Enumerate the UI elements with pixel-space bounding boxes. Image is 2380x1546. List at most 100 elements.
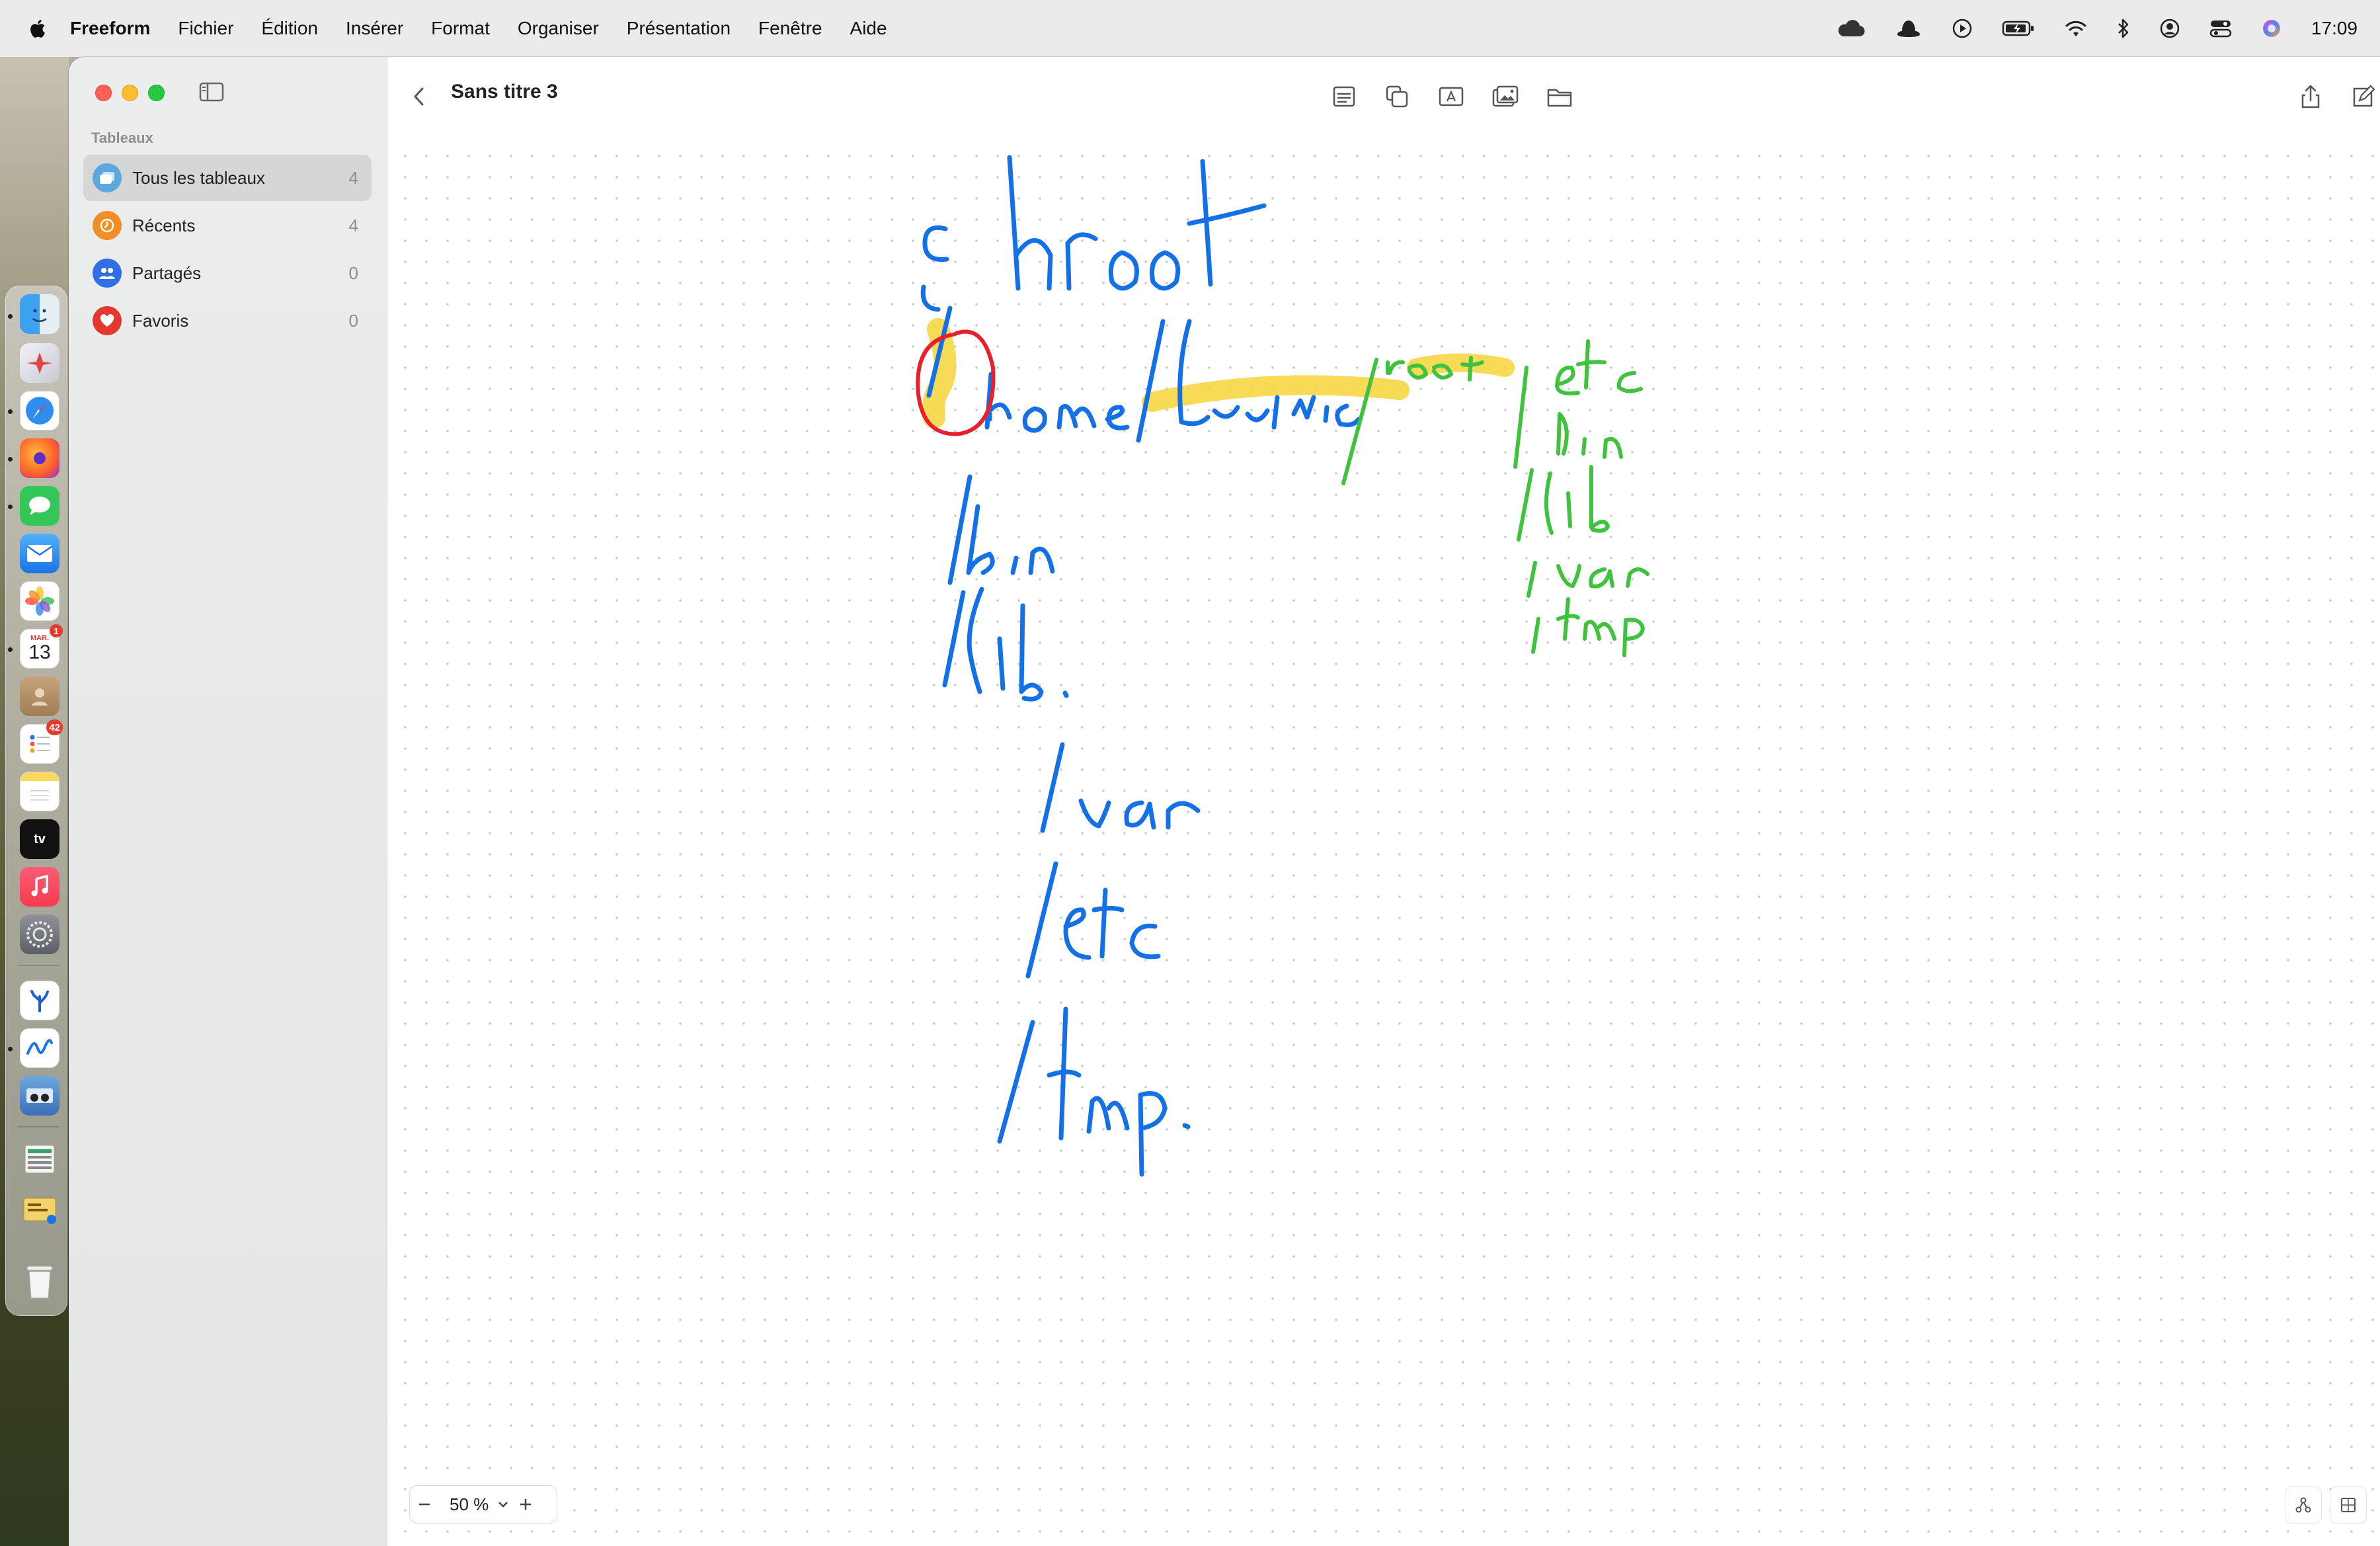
slash-var-green (1527, 561, 1537, 598)
contacts-icon[interactable] (20, 676, 60, 716)
var-a (1124, 800, 1156, 830)
bin-n (1028, 546, 1055, 575)
zoom-window-button[interactable] (148, 85, 165, 101)
bin-green (1556, 412, 1623, 459)
home-m (1056, 403, 1097, 430)
firefox-icon[interactable] (20, 438, 60, 478)
cloud-icon[interactable] (1837, 19, 1866, 38)
downloads-stack-icon[interactable] (20, 1190, 60, 1229)
photos-icon[interactable] (20, 581, 60, 621)
sidebar-item-count: 0 (348, 263, 358, 283)
var-r (1166, 801, 1201, 830)
etc-t (1091, 887, 1125, 959)
sidebar-section-label: Tableaux (91, 130, 153, 146)
apple-logo-icon[interactable] (26, 17, 46, 40)
clock-icon (93, 211, 122, 240)
menu-fichier[interactable]: Fichier (178, 18, 233, 39)
sidebar-item-label: Favoris (132, 310, 189, 331)
mail-icon[interactable] (20, 534, 60, 573)
reminders-icon[interactable]: 42 (20, 719, 63, 764)
safari-icon[interactable] (20, 391, 60, 430)
menu-aide[interactable]: Aide (850, 18, 887, 39)
menu-fenetre[interactable]: Fenêtre (758, 18, 822, 39)
connection-icon (2295, 1497, 2311, 1513)
messages-icon[interactable] (20, 486, 60, 526)
sidebar-item-label: Récents (132, 215, 196, 235)
menu-presentation[interactable]: Présentation (627, 18, 731, 39)
var-v (1078, 798, 1111, 829)
slash-bin (947, 474, 972, 585)
ludovic-rest (1212, 395, 1361, 430)
chroot-c2 (920, 284, 941, 312)
zoom-control: 50 % (409, 1485, 557, 1524)
slash-var (1040, 742, 1065, 833)
clock[interactable]: 17:09 (2311, 18, 2358, 39)
tmp-m (1086, 1096, 1130, 1134)
menu-format[interactable]: Format (431, 18, 490, 39)
wifi-icon[interactable] (2064, 19, 2088, 38)
battery-icon[interactable] (2002, 20, 2035, 37)
etc-green (1555, 339, 1643, 395)
sidebar-item-all-boards[interactable]: Tous les tableaux 4 (83, 155, 372, 201)
hat-icon[interactable] (1895, 19, 1923, 38)
board-canvas[interactable]: Sans titre 3 50 % (388, 57, 2380, 1546)
slash-tmp (997, 1020, 1035, 1144)
play-icon[interactable] (1952, 18, 1973, 39)
sidebar-item-count: 4 (348, 215, 358, 235)
sidebar-item-recents[interactable]: Récents 4 (83, 202, 372, 249)
user-icon[interactable] (2159, 18, 2180, 39)
sidebar-toggle-icon[interactable] (198, 81, 225, 103)
dock-running-dot (8, 409, 13, 414)
bin-b (966, 504, 995, 575)
lib-i (997, 636, 1006, 691)
control-center-icon[interactable] (2209, 19, 2232, 38)
slash-tmp-green (1531, 617, 1540, 654)
apple-tv-icon[interactable]: tv (20, 819, 60, 859)
system-settings-icon[interactable] (20, 915, 60, 954)
finder-icon[interactable] (20, 294, 60, 334)
dock-separator (18, 965, 59, 966)
sidebar-item-favorites[interactable]: Favoris 0 (83, 298, 372, 344)
sidebar: Tableaux Tous les tableaux 4 Récents 4 P… (69, 57, 387, 1546)
zoom-in-button[interactable] (511, 1486, 540, 1523)
zoom-level[interactable]: 50 % (450, 1494, 489, 1515)
menu-edition[interactable]: Édition (261, 18, 318, 39)
calendar-icon[interactable]: MAR. 13 1 (20, 624, 63, 669)
trash-icon[interactable] (20, 1262, 60, 1302)
chevron-down-icon[interactable] (495, 1486, 511, 1523)
freeform-icon[interactable] (20, 1028, 60, 1068)
music-icon[interactable] (20, 867, 60, 907)
sidebar-item-label: Partagés (132, 263, 202, 283)
siri-icon[interactable] (2261, 18, 2282, 39)
blue-ink-strokes (920, 155, 1361, 1177)
lib-l (967, 587, 984, 694)
folder-stack-icon[interactable] (20, 1139, 60, 1179)
calendar-badge: 1 (50, 624, 63, 637)
chroot-o1 (1108, 250, 1139, 291)
lib-dot (1062, 690, 1069, 698)
sidebar-item-label: Tous les tableaux (132, 167, 265, 188)
minimize-window-button[interactable] (122, 85, 138, 101)
close-window-button[interactable] (95, 85, 112, 101)
menu-app-name[interactable]: Freeform (70, 18, 150, 39)
slash-lib (942, 590, 966, 688)
chroot-o2 (1150, 250, 1181, 291)
menu-organiser[interactable]: Organiser (518, 18, 599, 39)
sidebar-item-shared[interactable]: Partagés 0 (83, 250, 372, 296)
app-icon-blue-coral[interactable] (20, 981, 60, 1020)
zoom-out-button[interactable] (410, 1486, 439, 1523)
menu-bar: Freeform Fichier Édition Insérer Format … (0, 0, 2380, 57)
menu-inserer[interactable]: Insérer (346, 18, 403, 39)
reminders-badge: 42 (46, 719, 63, 735)
slash-lib-green (1517, 468, 1534, 542)
app-icon-viewer[interactable] (20, 1076, 60, 1116)
bluetooth-icon[interactable] (2117, 18, 2130, 39)
grid-view-button[interactable] (2330, 1486, 2367, 1524)
connection-tool-button[interactable] (2285, 1486, 2322, 1524)
tmp-t (1047, 1006, 1082, 1141)
lib-b (1019, 603, 1044, 702)
slash-etc-green (1513, 366, 1528, 469)
calendar-day: 13 (28, 641, 51, 663)
notes-icon[interactable] (20, 772, 60, 811)
launchpad-icon[interactable] (20, 343, 60, 383)
